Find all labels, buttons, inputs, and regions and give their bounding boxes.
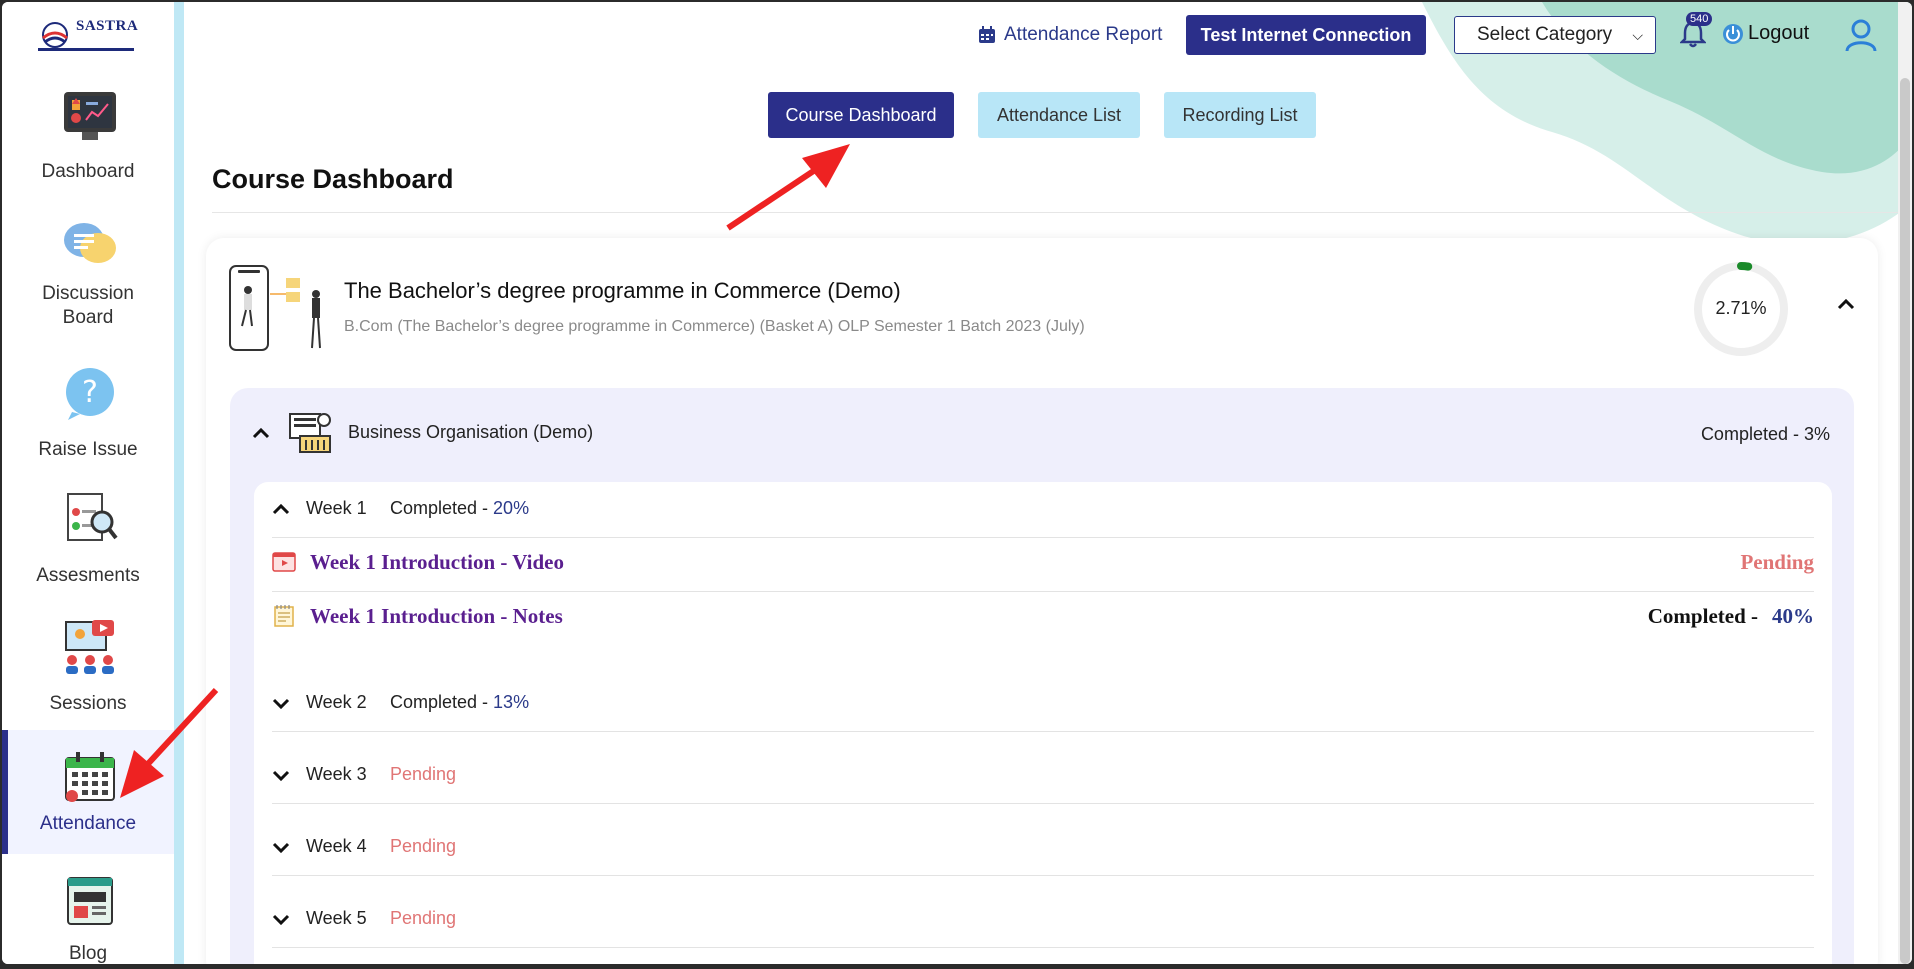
attendance-report-label: Attendance Report <box>1004 24 1163 45</box>
sidebar-item-label: Sessions <box>49 693 127 714</box>
notes-icon <box>274 605 294 627</box>
calendar-small-icon <box>979 26 995 43</box>
lesson-status: Completed - 40% <box>1648 604 1814 629</box>
chat-bubbles-icon <box>64 223 116 263</box>
sidebar-item-raise-issue[interactable]: ? Raise Issue <box>2 366 174 490</box>
week-row[interactable]: Week 3 Pending <box>272 748 1814 804</box>
business-organisation-icon <box>289 413 331 453</box>
lesson-row[interactable]: Week 1 Introduction - Notes Completed - 4… <box>272 592 1814 646</box>
power-icon <box>1723 23 1743 44</box>
week-status: Pending <box>390 908 457 928</box>
week-label: Week 3 <box>306 764 367 784</box>
user-profile-icon[interactable] <box>1844 18 1878 52</box>
test-internet-connection-button[interactable]: Test Internet Connection <box>1186 15 1426 55</box>
weeks-list: Week 1 Completed - 20% Week 1 Introducti… <box>254 482 1832 964</box>
logo-underline <box>38 48 134 51</box>
sidebar-rail <box>174 2 184 964</box>
lesson-status-label: Completed - <box>1647 604 1758 628</box>
sidebar-item-label: Assesments <box>36 565 140 586</box>
sessions-icon <box>65 620 114 674</box>
subject-completed: Completed - 3% <box>1700 424 1830 444</box>
attendance-report-link[interactable]: Attendance Report <box>978 24 1162 46</box>
subject-panel: Business Organisation (Demo) Completed -… <box>230 388 1854 964</box>
tab-course-dashboard[interactable]: Course Dashboard <box>768 92 954 138</box>
course-progress-value: 2.71% <box>1715 298 1767 318</box>
sidebar-item-label: Dashboard <box>41 161 135 182</box>
logout-label: Logout <box>1748 22 1810 44</box>
week-label: Week 2 <box>306 692 367 712</box>
select-category-value: Select Category <box>1477 24 1613 45</box>
sidebar-item-sessions[interactable]: Sessions <box>2 620 174 744</box>
sidebar-item-label: Raise Issue <box>38 439 138 460</box>
subject-name: Business Organisation (Demo) <box>348 422 594 442</box>
annotation-arrow <box>726 144 850 231</box>
divider <box>212 212 1900 213</box>
week-label: Week 4 <box>306 836 367 856</box>
app-window: SASTRA Dashboard Discussion Board ? Rais… <box>2 2 1912 964</box>
sidebar-item-discussion-board[interactable]: Discussion Board <box>2 216 174 344</box>
chevron-down-icon <box>272 842 290 854</box>
chevron-down-icon <box>272 770 290 782</box>
week-row[interactable]: Week 5 Pending <box>272 892 1814 948</box>
logout-button[interactable]: Logout <box>1722 22 1809 45</box>
calendar-icon <box>65 752 115 802</box>
lesson-percent: 40% <box>1772 604 1814 628</box>
tab-attendance-list[interactable]: Attendance List <box>978 92 1140 138</box>
sidebar-item-label: Discussion Board <box>42 283 134 328</box>
scrollbar-thumb[interactable] <box>1900 78 1910 964</box>
sidebar-item-dashboard[interactable]: Dashboard <box>2 88 174 212</box>
chevron-down-icon <box>272 914 290 926</box>
lesson-status: Pending <box>1740 550 1814 574</box>
week-row[interactable]: Week 2 Completed - 13% <box>272 676 1814 732</box>
week-row[interactable]: Week 1 Completed - 20% <box>272 482 1814 538</box>
week-status: Completed - 20% <box>390 498 529 519</box>
week-row[interactable]: Week 4 Pending <box>272 820 1814 876</box>
logo-text: SASTRA <box>76 18 139 34</box>
week-label: Week 5 <box>306 908 367 928</box>
course-subtitle: B.Com (The Bachelor’s degree programme i… <box>344 318 1085 335</box>
sidebar: SASTRA Dashboard Discussion Board ? Rais… <box>2 2 174 964</box>
lesson-name: Week 1 Introduction - Video <box>310 550 564 574</box>
blog-icon <box>67 877 113 925</box>
sastra-logo[interactable]: SASTRA <box>38 18 138 54</box>
dashboard-icon <box>64 92 116 140</box>
svg-text:?: ? <box>82 375 98 410</box>
course-title: The Bachelor’s degree programme in Comme… <box>344 278 901 303</box>
sidebar-item-blog[interactable]: Blog <box>2 876 174 964</box>
sidebar-item-attendance[interactable]: Attendance <box>2 730 174 854</box>
lesson-name: Week 1 Introduction - Notes <box>310 604 563 628</box>
chevron-up-icon[interactable] <box>1836 294 1856 314</box>
week-percent: 13% <box>493 692 530 712</box>
week-status-label: Completed - <box>390 498 494 518</box>
sidebar-item-assesments[interactable]: Assesments <box>2 492 174 616</box>
select-category-dropdown[interactable]: Select Category ⌵ <box>1454 16 1656 54</box>
week-status-label: Completed - <box>390 692 494 712</box>
sidebar-item-label: Attendance <box>39 813 137 834</box>
assessment-search-icon <box>67 493 118 541</box>
week-status: Pending <box>390 764 457 784</box>
tab-recording-list[interactable]: Recording List <box>1164 92 1316 138</box>
notification-count-badge: 540 <box>1686 12 1713 26</box>
sidebar-item-label: Blog <box>68 943 108 964</box>
lesson-row[interactable]: Week 1 Introduction - Video Pending <box>272 538 1814 592</box>
week-label: Week 1 <box>306 498 367 518</box>
video-icon <box>272 552 296 572</box>
page-title: Course Dashboard <box>212 164 454 194</box>
week-status: Completed - 13% <box>390 692 529 713</box>
chevron-up-icon <box>272 503 290 515</box>
course-card: The Bachelor’s degree programme in Comme… <box>206 238 1878 964</box>
chevron-down-icon <box>272 698 290 710</box>
week-percent: 20% <box>493 498 530 518</box>
logo-emblem-icon <box>42 22 68 48</box>
question-bubble-icon: ? <box>66 368 114 420</box>
course-illustration-icon <box>229 265 321 351</box>
chevron-down-icon: ⌵ <box>1632 27 1643 43</box>
chevron-up-icon[interactable] <box>252 424 270 442</box>
week-status: Pending <box>390 836 457 856</box>
